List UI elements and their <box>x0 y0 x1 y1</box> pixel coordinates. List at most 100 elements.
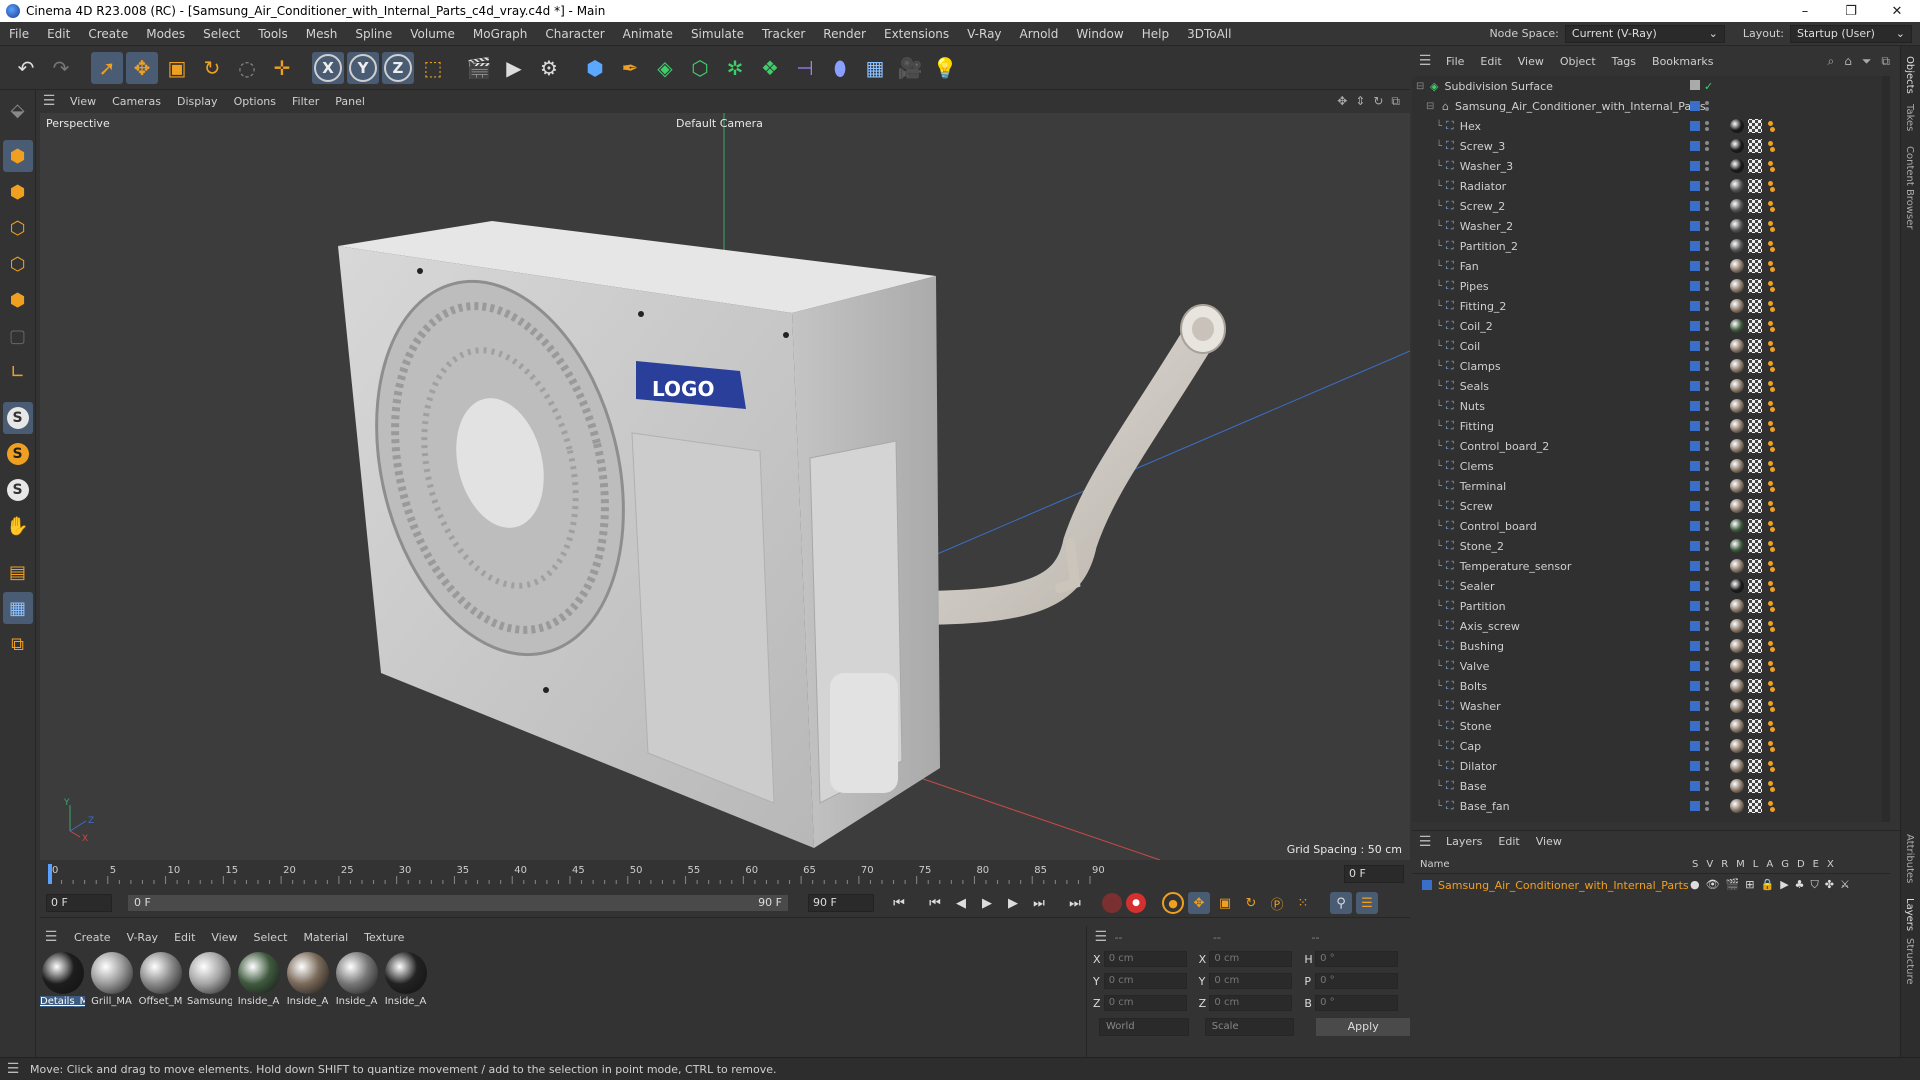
material-tag-icon[interactable] <box>1730 739 1744 753</box>
layer-color-swatch[interactable] <box>1690 781 1700 791</box>
object-row[interactable]: └ ⛶ Bushing <box>1412 636 1882 656</box>
layers-menu-view[interactable]: View <box>1528 835 1570 848</box>
uvw-tag-icon[interactable] <box>1748 499 1762 513</box>
position-z-field[interactable]: 0 cm <box>1103 995 1187 1011</box>
object-row[interactable]: └ ⛶ Partition_2 <box>1412 236 1882 256</box>
menu-render[interactable]: Render <box>814 27 875 41</box>
rotate-tool-button[interactable]: ↻ <box>196 52 228 84</box>
uvw-tag-icon[interactable] <box>1748 479 1762 493</box>
material-tag-icon[interactable] <box>1730 519 1744 533</box>
visibility-dots-icon[interactable] <box>1705 181 1711 191</box>
material-tag-icon[interactable] <box>1730 619 1744 633</box>
material-menu-material[interactable]: Material <box>295 931 356 944</box>
cloner-button[interactable]: ✲ <box>719 52 751 84</box>
filter-icon[interactable]: ⏷ <box>1862 54 1872 69</box>
collapse-icon[interactable]: ⊟ <box>1412 101 1442 112</box>
camera-label[interactable]: Default Camera <box>676 117 763 130</box>
mograph-button[interactable]: ❖ <box>754 52 786 84</box>
uvw-tag-icon[interactable] <box>1748 739 1762 753</box>
visibility-dots-icon[interactable] <box>1705 161 1711 171</box>
object-row[interactable]: └ ⛶ Base_fan <box>1412 796 1882 816</box>
preview-range-slider[interactable]: 0 F 90 F <box>128 895 788 911</box>
om-menu-file[interactable]: File <box>1438 55 1472 68</box>
material-menu-edit[interactable]: Edit <box>166 931 203 944</box>
object-row[interactable]: └ ⛶ Hex <box>1412 116 1882 136</box>
selection-tag-icon[interactable] <box>1766 359 1775 373</box>
position-x-field[interactable]: 0 cm <box>1103 951 1187 967</box>
selection-tag-icon[interactable] <box>1766 179 1775 193</box>
selection-tag-icon[interactable] <box>1766 559 1775 573</box>
material-tag-icon[interactable] <box>1730 539 1744 553</box>
point-mode-button[interactable]: ⬡ <box>3 212 33 244</box>
uvw-tag-icon[interactable] <box>1748 679 1762 693</box>
layer-color-swatch[interactable] <box>1690 181 1700 191</box>
selection-tag-icon[interactable] <box>1766 419 1775 433</box>
object-row[interactable]: └ ⛶ Sealer <box>1412 576 1882 596</box>
uvw-tag-icon[interactable] <box>1748 719 1762 733</box>
selection-tag-icon[interactable] <box>1766 259 1775 273</box>
new-window-icon[interactable]: ⧉ <box>1881 54 1890 69</box>
om-menu-view[interactable]: View <box>1510 55 1552 68</box>
menu-tracker[interactable]: Tracker <box>753 27 814 41</box>
texture-mode-button[interactable]: ⬢ <box>3 176 33 208</box>
layout-select[interactable]: Startup (User) ⌄ <box>1790 24 1912 43</box>
object-row[interactable]: └ ⛶ Screw_3 <box>1412 136 1882 156</box>
next-frame-button[interactable]: ▶ <box>1002 892 1024 914</box>
material-tag-icon[interactable] <box>1730 119 1744 133</box>
uvw-tag-icon[interactable] <box>1748 159 1762 173</box>
snap-settings-button[interactable]: S <box>3 438 33 470</box>
selection-tag-icon[interactable] <box>1766 579 1775 593</box>
object-row-group[interactable]: ⊟ ⌂ Samsung_Air_Conditioner_with_Interna… <box>1412 96 1882 116</box>
key-pla-button[interactable]: ⁙ <box>1292 892 1314 914</box>
uvw-tag-icon[interactable] <box>1748 279 1762 293</box>
visibility-dots-icon[interactable] <box>1705 641 1711 651</box>
uvw-tag-icon[interactable] <box>1748 659 1762 673</box>
visibility-dots-icon[interactable] <box>1705 301 1711 311</box>
layer-color-swatch[interactable] <box>1690 621 1700 631</box>
uvw-tag-icon[interactable] <box>1748 419 1762 433</box>
material-swatch[interactable]: Grill_MA <box>89 952 134 1012</box>
layer-color-swatch[interactable] <box>1690 241 1700 251</box>
layer-color-swatch[interactable] <box>1690 581 1700 591</box>
material-tag-icon[interactable] <box>1730 439 1744 453</box>
material-menu-select[interactable]: Select <box>246 931 296 944</box>
tab-attributes[interactable]: Attributes <box>1904 834 1915 883</box>
minimize-button[interactable]: – <box>1782 0 1828 22</box>
uvw-tag-icon[interactable] <box>1748 579 1762 593</box>
workplane-snap-button[interactable]: S <box>3 474 33 506</box>
uvw-tag-icon[interactable] <box>1748 699 1762 713</box>
om-menu-edit[interactable]: Edit <box>1472 55 1509 68</box>
selection-tag-icon[interactable] <box>1766 399 1775 413</box>
uvw-tag-icon[interactable] <box>1748 459 1762 473</box>
object-row[interactable]: └ ⛶ Nuts <box>1412 396 1882 416</box>
layer-color-swatch[interactable] <box>1690 761 1700 771</box>
material-swatch[interactable]: Samsung <box>187 952 232 1012</box>
uvw-tag-icon[interactable] <box>1748 519 1762 533</box>
rotation-h-field[interactable]: 0 ° <box>1315 951 1399 967</box>
uvw-tag-icon[interactable] <box>1748 779 1762 793</box>
visibility-dots-icon[interactable] <box>1705 501 1711 511</box>
edge-mode-button[interactable]: ⬡ <box>3 248 33 280</box>
undo-button[interactable]: ↶ <box>10 52 42 84</box>
object-row[interactable]: └ ⛶ Partition <box>1412 596 1882 616</box>
selection-tag-icon[interactable] <box>1766 679 1775 693</box>
hamburger-icon[interactable]: ☰ <box>1087 929 1115 945</box>
material-swatch[interactable]: Inside_A <box>383 952 428 1012</box>
layer-color-swatch[interactable] <box>1690 79 1700 90</box>
uvw-tag-icon[interactable] <box>1748 179 1762 193</box>
visibility-dots-icon[interactable] <box>1705 521 1711 531</box>
goto-start-button[interactable]: ⏮ <box>888 892 910 914</box>
object-row[interactable]: └ ⛶ Fitting <box>1412 416 1882 436</box>
material-tag-icon[interactable] <box>1730 159 1744 173</box>
eye-icon[interactable]: 👁 <box>1706 878 1720 892</box>
animation-icon[interactable]: ▶ <box>1780 878 1788 892</box>
visibility-dots-icon[interactable] <box>1705 441 1711 451</box>
uvw-tag-icon[interactable] <box>1748 239 1762 253</box>
selection-tag-icon[interactable] <box>1766 199 1775 213</box>
menu-extensions[interactable]: Extensions <box>875 27 958 41</box>
material-tag-icon[interactable] <box>1730 219 1744 233</box>
record-active-button[interactable] <box>1102 893 1122 913</box>
viewport-menu-panel[interactable]: Panel <box>327 95 373 108</box>
axis-mode-button[interactable]: ∟ <box>3 356 33 388</box>
material-tag-icon[interactable] <box>1730 639 1744 653</box>
